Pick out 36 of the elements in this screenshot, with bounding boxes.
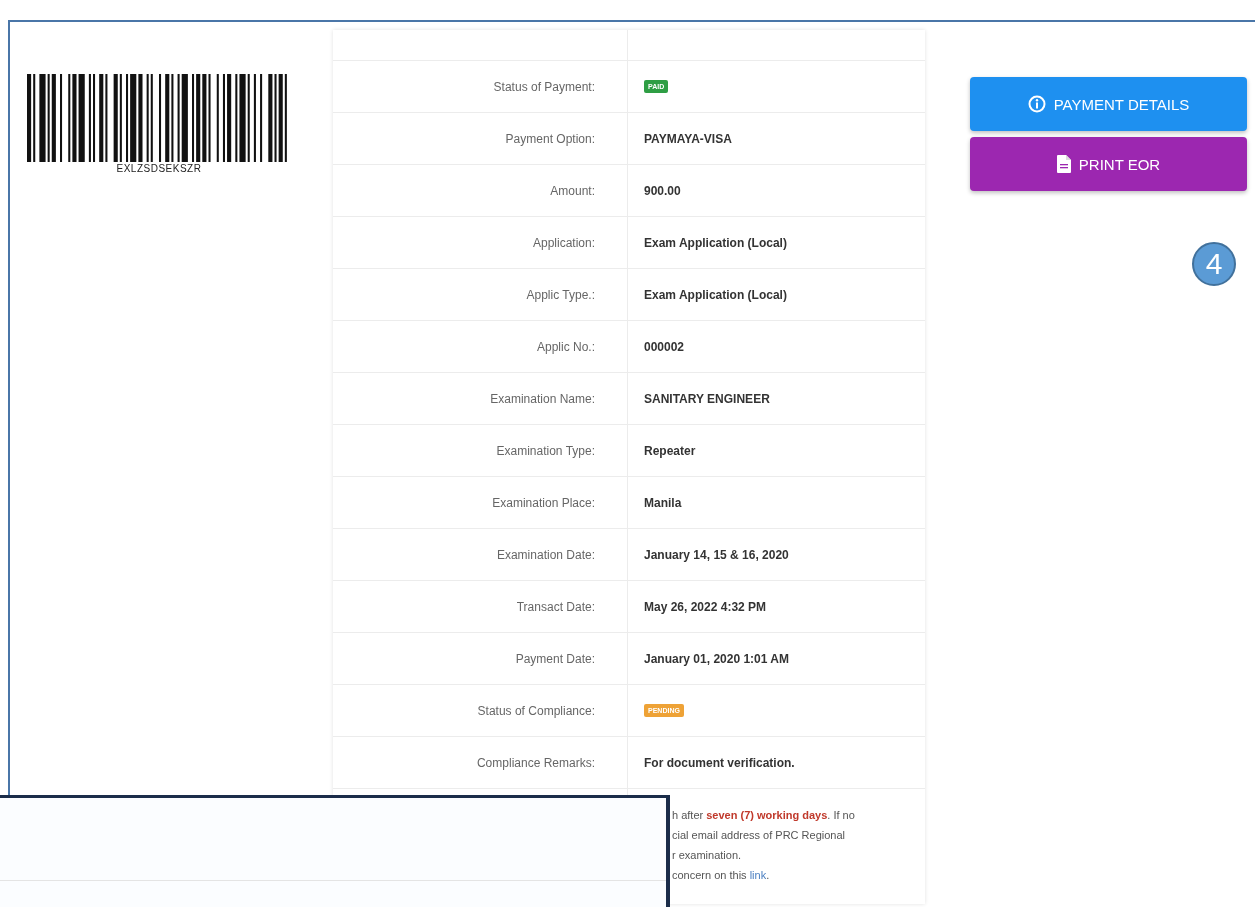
field-label: Examination Type: bbox=[496, 443, 595, 458]
field-value: PAYMAYA-VISA bbox=[644, 131, 732, 146]
field-value: 900.00 bbox=[644, 183, 681, 198]
field-value: May 26, 2022 4:32 PM bbox=[644, 599, 767, 614]
field-label: Examination Name: bbox=[490, 391, 595, 406]
field-label: Payment Option: bbox=[505, 131, 595, 146]
note-text: concern on this link. bbox=[672, 868, 770, 883]
field-label: Payment Date: bbox=[515, 651, 595, 666]
field-value: January 01, 2020 1:01 AM bbox=[644, 651, 789, 666]
field-label: Applic No.: bbox=[536, 339, 595, 354]
step-marker: 4 bbox=[1192, 242, 1236, 286]
field-label: Amount: bbox=[550, 183, 595, 198]
info-icon bbox=[1027, 95, 1046, 113]
field-label: Examination Place: bbox=[492, 495, 595, 510]
field-label: Applic Type.: bbox=[526, 287, 595, 302]
field-label: Status of Payment: bbox=[493, 79, 595, 94]
payment-details-button[interactable]: PAYMENT DETAILS bbox=[970, 77, 1247, 131]
field-value: Exam Application (Local) bbox=[644, 287, 787, 302]
field-value: Repeater bbox=[644, 443, 696, 458]
note-text: h after seven (7) working days. If no bbox=[672, 808, 855, 823]
field-label: Transact Date: bbox=[516, 599, 595, 614]
field-value: SANITARY ENGINEER bbox=[644, 391, 770, 406]
barcode-number: EXLZSDSEKSZR bbox=[116, 163, 202, 174]
field-label: Status of Compliance: bbox=[477, 703, 595, 718]
field-label: Examination Date: bbox=[496, 547, 595, 562]
field-value: Manila bbox=[644, 495, 682, 510]
field-label: Compliance Remarks: bbox=[476, 755, 595, 770]
field-value: 000002 bbox=[644, 339, 685, 354]
field-label: Application: bbox=[532, 235, 595, 250]
field-value: For document verification. bbox=[644, 755, 795, 770]
document-icon bbox=[1056, 155, 1071, 173]
note-text: cial email address of PRC Regional bbox=[672, 828, 846, 843]
note-text: r examination. bbox=[672, 848, 742, 863]
field-value: Exam Application (Local) bbox=[644, 235, 787, 250]
print-button[interactable]: PRINT EOR bbox=[970, 137, 1247, 191]
field-value: January 14, 15 & 16, 2020 bbox=[644, 547, 789, 562]
